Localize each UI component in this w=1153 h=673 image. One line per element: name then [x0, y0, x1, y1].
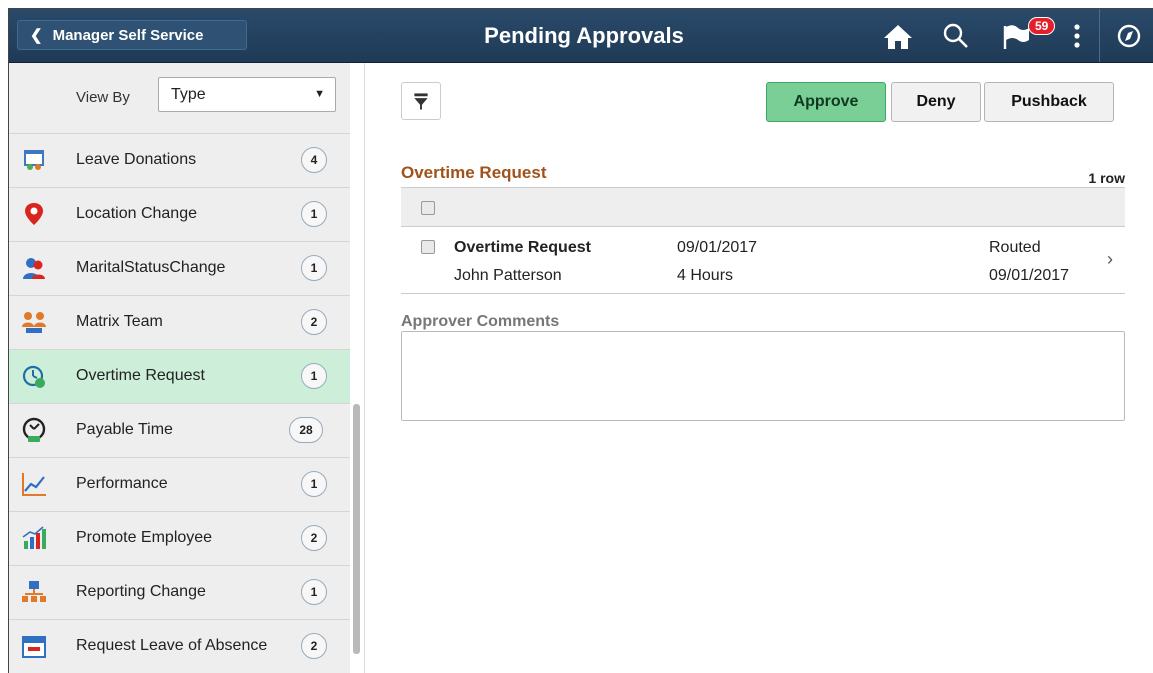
more-actions-icon[interactable] — [1060, 21, 1094, 51]
filter-icon — [414, 93, 428, 110]
sidebar-item-label: Payable Time — [76, 421, 173, 438]
back-button[interactable]: ❮ Manager Self Service — [17, 20, 247, 50]
sidebar-item-payable-time[interactable]: Payable Time 28 — [9, 403, 350, 457]
approve-button[interactable]: Approve — [766, 82, 886, 122]
table-row[interactable]: Overtime Request John Patterson 09/01/20… — [401, 227, 1125, 294]
sidebar-item-label: Performance — [76, 475, 168, 492]
count-badge: 2 — [301, 309, 327, 335]
grid-header — [401, 187, 1125, 227]
overtime-clock-icon — [22, 365, 45, 388]
row-employee-name: John Patterson — [454, 267, 562, 284]
count-badge: 2 — [301, 525, 327, 551]
count-badge: 1 — [301, 201, 327, 227]
sidebar-item-label: Promote Employee — [76, 529, 213, 546]
sidebar-item-label: Matrix Team — [76, 313, 163, 330]
sidebar-item-label: Overtime Request — [76, 367, 205, 384]
panel-divider — [364, 63, 365, 673]
count-badge: 1 — [301, 471, 327, 497]
count-badge: 1 — [301, 255, 327, 281]
row-count: 1 row — [1088, 170, 1125, 186]
header-divider — [1099, 9, 1100, 62]
filter-button[interactable] — [401, 82, 441, 120]
view-by-bar: View By Type ▼ — [9, 63, 350, 133]
section-title: Overtime Request — [401, 163, 547, 182]
app-frame: ❮ Manager Self Service Pending Approvals … — [8, 8, 1153, 673]
sidebar-item-label: Location Change — [76, 205, 197, 222]
dropdown-arrow-icon: ▼ — [314, 88, 325, 100]
sidebar-item-overtime-request[interactable]: Overtime Request 1 — [9, 349, 350, 403]
approver-comments-field[interactable] — [401, 331, 1125, 421]
row-type: Overtime Request — [454, 239, 591, 256]
sidebar-item-matrix-team[interactable]: Matrix Team 2 — [9, 295, 350, 349]
row-date: 09/01/2017 — [677, 239, 758, 256]
line-chart-icon — [22, 473, 46, 496]
view-by-value: Type — [171, 86, 206, 103]
map-pin-icon — [25, 203, 43, 225]
org-chart-icon — [22, 581, 46, 602]
sidebar-item-request-leave-of-absence[interactable]: Request Leave of Absence 2 — [9, 619, 350, 673]
view-by-label: View By — [76, 89, 130, 106]
chevron-right-icon[interactable]: › — [1107, 249, 1113, 270]
sidebar-item-reporting-change[interactable]: Reporting Change 1 — [9, 565, 350, 619]
row-status: Routed — [989, 239, 1041, 256]
count-badge: 28 — [289, 417, 323, 443]
count-badge: 4 — [301, 147, 327, 173]
view-by-select[interactable]: Type ▼ — [158, 77, 336, 112]
chevron-left-icon: ❮ — [30, 27, 43, 44]
row-status-date: 09/01/2017 — [989, 267, 1070, 284]
select-all-checkbox[interactable] — [421, 201, 435, 215]
count-badge: 1 — [301, 363, 327, 389]
row-hours: 4 Hours — [677, 267, 734, 284]
calendar-icon — [22, 636, 46, 658]
sidebar-item-marital-status-change[interactable]: MaritalStatusChange 1 — [9, 241, 350, 295]
approval-type-list: Leave Donations 4 Location Change 1 Mari… — [9, 133, 350, 673]
sidebar-item-label: Reporting Change — [76, 583, 206, 600]
search-icon[interactable] — [939, 21, 973, 51]
app-header: ❮ Manager Self Service Pending Approvals … — [9, 9, 1153, 63]
count-badge: 2 — [301, 633, 327, 659]
page-title: Pending Approvals — [484, 23, 684, 48]
approver-comments-label: Approver Comments — [401, 313, 560, 330]
sidebar-item-promote-employee[interactable]: Promote Employee 2 — [9, 511, 350, 565]
sidebar-item-label: MaritalStatusChange — [76, 259, 226, 276]
home-icon[interactable] — [881, 21, 915, 51]
sidebar: View By Type ▼ Leave Donations 4 Locatio… — [9, 63, 350, 673]
sidebar-item-location-change[interactable]: Location Change 1 — [9, 187, 350, 241]
row-checkbox[interactable] — [421, 240, 435, 254]
bar-chart-up-icon — [22, 526, 46, 549]
count-badge: 1 — [301, 579, 327, 605]
pushback-button[interactable]: Pushback — [984, 82, 1114, 122]
team-group-icon — [22, 312, 46, 333]
people-pair-icon — [23, 258, 45, 279]
payable-time-clock-icon — [22, 417, 46, 442]
sidebar-item-label: Leave Donations — [76, 151, 197, 168]
sidebar-item-leave-donations[interactable]: Leave Donations 4 — [9, 133, 350, 187]
notification-count-badge: 59 — [1028, 17, 1056, 35]
sidebar-item-performance[interactable]: Performance 1 — [9, 457, 350, 511]
calendar-people-icon — [24, 150, 44, 170]
sidebar-item-label: Request Leave of Absence — [76, 637, 268, 654]
deny-button[interactable]: Deny — [891, 82, 981, 122]
back-button-label: Manager Self Service — [52, 27, 204, 44]
navbar-compass-icon[interactable] — [1112, 21, 1146, 51]
sidebar-scrollbar[interactable] — [353, 404, 360, 654]
